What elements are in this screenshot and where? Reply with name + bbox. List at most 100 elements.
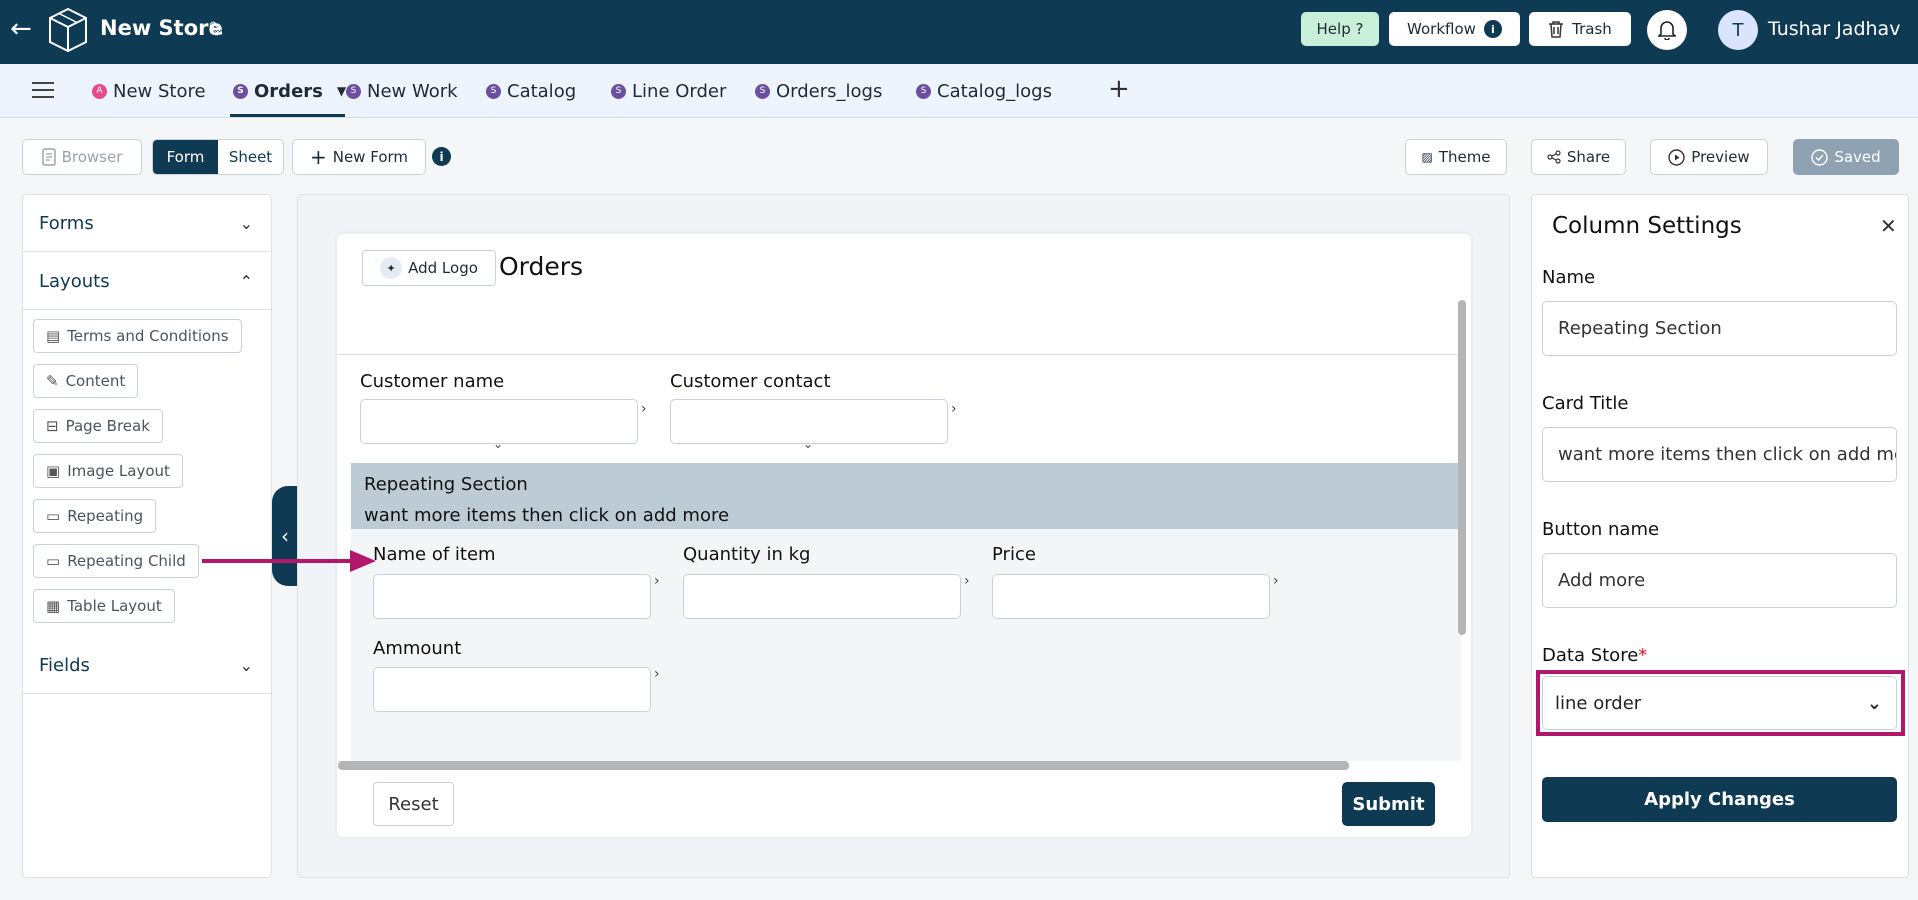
tab-badge: S	[346, 83, 361, 99]
layout-item-label: Content	[65, 372, 126, 390]
accordion-layouts[interactable]: Layouts ⌃	[23, 253, 271, 310]
card-title-field[interactable]: want more items then click on add more	[1542, 427, 1897, 482]
chevron-right-icon: ›	[654, 666, 660, 682]
info-icon[interactable]: i	[432, 147, 451, 166]
new-form-button[interactable]: + New Form	[292, 139, 426, 175]
tab-orders-logs[interactable]: S Orders_logs	[755, 78, 882, 104]
pencil-icon: ✎	[46, 372, 59, 390]
magic-wand-icon: ✦	[380, 257, 403, 279]
theme-label: Theme	[1438, 148, 1491, 166]
button-name-field[interactable]: Add more	[1542, 553, 1897, 608]
accordion-forms[interactable]: Forms ⌄	[23, 195, 271, 252]
vertical-scrollbar[interactable]	[1458, 300, 1466, 635]
layout-item-label: Table Layout	[67, 597, 162, 615]
layout-item-table-layout[interactable]: ▦ Table Layout	[33, 589, 175, 623]
add-logo-button[interactable]: ✦ Add Logo	[362, 250, 496, 286]
theme-button[interactable]: ▨ Theme	[1405, 139, 1507, 175]
info-icon: i	[1483, 20, 1502, 38]
notifications-button[interactable]	[1647, 10, 1687, 50]
layout-item-repeating-child[interactable]: ▭ Repeating Child	[33, 544, 199, 578]
share-icon	[1547, 150, 1561, 164]
accordion-fields[interactable]: Fields ⌄	[23, 637, 271, 694]
tab-catalog[interactable]: S Catalog	[486, 78, 576, 104]
back-arrow-icon[interactable]: ←	[10, 14, 32, 44]
tab-catalog-logs[interactable]: S Catalog_logs	[916, 78, 1052, 104]
customer-contact-label: Customer contact	[670, 371, 831, 392]
left-panel: Forms ⌄ Layouts ⌃ ▤ Terms and Conditions…	[22, 194, 272, 878]
price-input[interactable]	[992, 574, 1270, 619]
quantity-label: Quantity in kg	[683, 544, 811, 565]
submit-button[interactable]: Submit	[1342, 782, 1435, 826]
accordion-label: Layouts	[39, 270, 110, 292]
rectangle-icon: ▭	[46, 507, 61, 525]
plus-icon: +	[309, 145, 327, 169]
tab-line-order[interactable]: S Line Order	[611, 78, 726, 104]
help-button[interactable]: Help ?	[1301, 12, 1379, 46]
layout-item-content[interactable]: ✎ Content	[33, 364, 139, 398]
tab-badge: S	[916, 83, 931, 99]
amount-label: Ammount	[373, 638, 462, 659]
name-label: Name	[1542, 267, 1596, 288]
layout-item-page-break[interactable]: ⊟ Page Break	[33, 409, 163, 443]
form-toggle[interactable]: Form	[153, 140, 218, 174]
store-logo-icon	[49, 7, 87, 53]
trash-button[interactable]: Trash	[1529, 12, 1631, 46]
chevron-left-icon: ‹	[281, 524, 289, 548]
horizontal-scrollbar[interactable]	[338, 761, 1349, 770]
tab-new-store[interactable]: A New Store	[92, 78, 206, 104]
data-store-label: Data Store*	[1542, 645, 1647, 666]
saved-button[interactable]: Saved	[1793, 139, 1899, 175]
chevron-right-icon: ›	[964, 573, 970, 589]
workflow-button[interactable]: Workflow i	[1389, 12, 1520, 46]
active-tab-indicator	[230, 114, 345, 117]
image-icon: ▣	[46, 462, 61, 480]
reset-button[interactable]: Reset	[373, 782, 454, 826]
apply-changes-button[interactable]: Apply Changes	[1542, 777, 1897, 822]
edit-pencil-icon[interactable]: ✎	[208, 17, 225, 41]
amount-input[interactable]	[373, 667, 651, 712]
username[interactable]: Tushar Jadhav	[1768, 18, 1900, 40]
add-tab-plus-icon[interactable]: +	[1108, 74, 1130, 104]
price-label: Price	[992, 544, 1036, 565]
hamburger-menu-icon[interactable]	[32, 82, 54, 98]
layout-item-terms[interactable]: ▤ Terms and Conditions	[33, 319, 242, 353]
layout-item-label: Terms and Conditions	[67, 327, 229, 345]
share-label: Share	[1566, 148, 1611, 166]
data-store-select[interactable]: line order ⌄	[1542, 676, 1897, 730]
name-of-item-label: Name of item	[373, 544, 496, 565]
help-label: Help ?	[1316, 20, 1364, 38]
card-title-label: Card Title	[1542, 393, 1629, 414]
browser-button[interactable]: Browser	[22, 139, 142, 175]
chevron-down-icon: ⌄	[803, 437, 814, 451]
document-icon: ▤	[46, 327, 61, 345]
name-field[interactable]: Repeating Section	[1542, 301, 1897, 356]
chevron-down-icon[interactable]: ▼	[337, 84, 346, 98]
saved-label: Saved	[1834, 148, 1881, 166]
browser-label: Browser	[61, 148, 123, 166]
trash-label: Trash	[1572, 20, 1612, 38]
accordion-label: Forms	[39, 212, 94, 234]
tab-badge: S	[486, 83, 501, 99]
sheet-toggle[interactable]: Sheet	[218, 140, 283, 174]
tab-new-work[interactable]: S New Work	[346, 78, 458, 104]
add-logo-label: Add Logo	[408, 259, 478, 277]
name-of-item-input[interactable]	[373, 574, 651, 619]
preview-button[interactable]: Preview	[1650, 139, 1768, 175]
chevron-right-icon: ›	[641, 401, 647, 417]
button-name-label: Button name	[1542, 519, 1660, 540]
avatar[interactable]: T	[1718, 10, 1758, 50]
layout-item-repeating[interactable]: ▭ Repeating	[33, 499, 157, 533]
tab-label: Catalog	[507, 80, 577, 102]
close-icon[interactable]: ✕	[1880, 214, 1897, 238]
tab-orders[interactable]: S Orders ▼	[233, 78, 346, 104]
annotation-arrow-icon	[202, 550, 376, 572]
repeating-section-title: Repeating Section	[364, 474, 528, 495]
layout-item-image-layout[interactable]: ▣ Image Layout	[33, 454, 183, 488]
quantity-input[interactable]	[683, 574, 961, 619]
trash-icon	[1549, 21, 1564, 38]
data-store-label-text: Data Store	[1542, 645, 1639, 666]
layout-item-label: Image Layout	[67, 462, 170, 480]
tab-badge: S	[755, 83, 770, 99]
chevron-up-icon: ⌃	[239, 271, 253, 291]
share-button[interactable]: Share	[1531, 139, 1626, 175]
